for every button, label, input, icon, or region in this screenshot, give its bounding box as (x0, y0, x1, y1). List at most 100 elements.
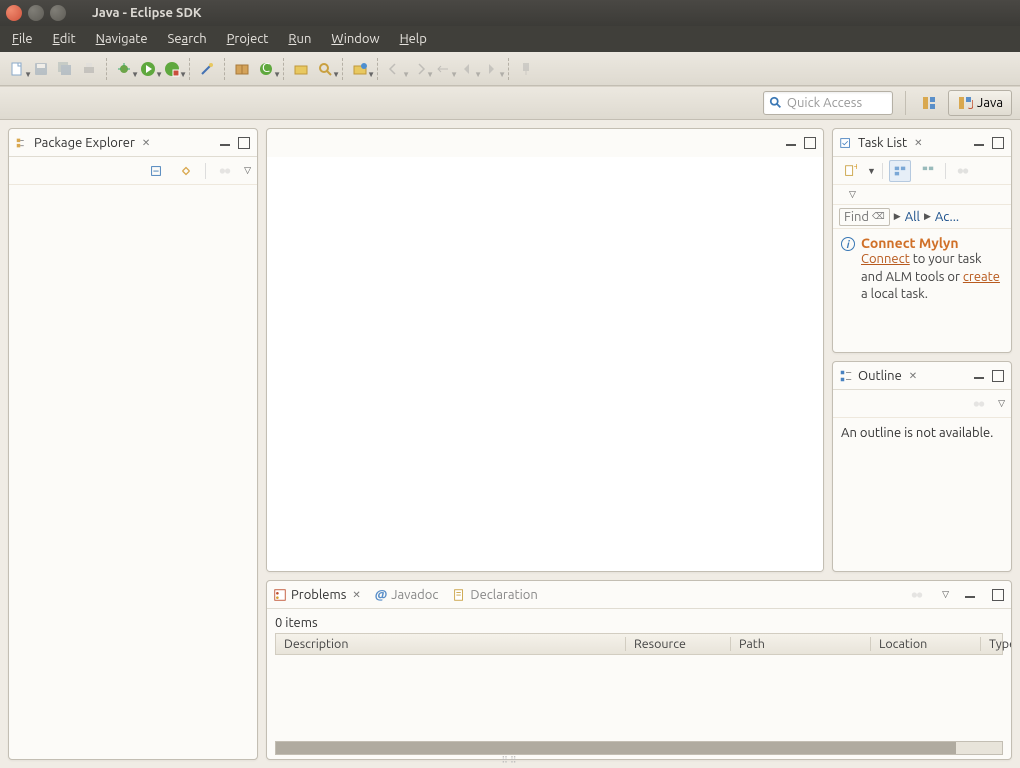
task-view-menu[interactable]: ▽ (849, 189, 856, 200)
editor-area (266, 128, 824, 572)
open-perspective-button[interactable] (918, 92, 940, 114)
main-toolbar: ▼ ▼ ▼ ▼ C▼ ▼ ▼ ▼ ▼ ▼ ▼ ▼ (0, 52, 1020, 86)
nav-back[interactable]: ▼ (456, 58, 478, 80)
perspective-java[interactable]: J Java (948, 90, 1012, 116)
problems-table-header: Description Resource Path Location Type (275, 633, 1003, 655)
debug-button[interactable]: ▼ (113, 58, 135, 80)
bottom-view-menu[interactable]: ▽ (942, 589, 949, 600)
focus-outline-button[interactable] (968, 393, 990, 415)
menu-project[interactable]: Project (217, 28, 279, 50)
pin-button[interactable] (515, 58, 537, 80)
problems-table-body[interactable] (275, 655, 1003, 741)
minimize-view-button[interactable] (218, 137, 232, 149)
mylyn-connect-link[interactable]: Connect (861, 252, 910, 266)
new-button[interactable]: ▼ (6, 58, 28, 80)
col-path[interactable]: Path (731, 637, 871, 651)
bottom-panel: Problems ✕ @ Javadoc Declaration ▽ 0 ite… (266, 580, 1012, 760)
run-button[interactable]: ▼ (137, 58, 159, 80)
minimize-view-button[interactable] (972, 137, 986, 149)
menu-file[interactable]: File (2, 28, 43, 50)
maximize-editor-button[interactable] (803, 137, 817, 149)
mylyn-connect-panel: i Connect Mylyn Connect to your task and… (833, 229, 1011, 310)
nav-prev-annotation[interactable]: ▼ (384, 58, 406, 80)
new-package-button[interactable] (231, 58, 253, 80)
mylyn-create-link[interactable]: create (963, 270, 1000, 284)
minimize-view-button[interactable] (972, 370, 986, 382)
new-class-button[interactable]: C▼ (255, 58, 277, 80)
task-list-icon (839, 136, 853, 150)
mylyn-title: Connect Mylyn (861, 235, 1003, 251)
col-description[interactable]: Description (276, 637, 626, 651)
nav-forward[interactable]: ▼ (480, 58, 502, 80)
mylyn-text-2: a local task. (861, 287, 928, 301)
new-task-dropdown[interactable]: ▼ (867, 166, 876, 176)
tab-problems-label: Problems (291, 588, 346, 602)
new-java-button[interactable] (196, 58, 218, 80)
tab-problems[interactable]: Problems ✕ (273, 588, 361, 602)
maximize-view-button[interactable] (991, 589, 1005, 601)
close-view-icon[interactable]: ✕ (909, 370, 917, 382)
sash-handle[interactable]: ⠿⠿ (501, 755, 518, 766)
new-task-button[interactable]: + (839, 160, 861, 182)
horizontal-scrollbar[interactable] (275, 741, 1003, 755)
workspace: Package Explorer ✕ ▽ Task List (0, 120, 1020, 768)
outline-empty-text: An outline is not available. (841, 426, 993, 440)
menu-bar: File Edit Navigate Search Project Run Wi… (0, 26, 1020, 52)
focus-problems-button[interactable] (906, 584, 928, 606)
menu-search[interactable]: Search (158, 28, 217, 50)
minimize-view-button[interactable] (963, 589, 977, 601)
task-list-title: Task List (858, 136, 907, 150)
menu-navigate[interactable]: Navigate (86, 28, 158, 50)
col-location[interactable]: Location (871, 637, 981, 651)
quick-access-bar: Quick Access J Java (0, 86, 1020, 120)
outline-icon (839, 369, 853, 383)
quick-access-input[interactable]: Quick Access (763, 91, 893, 115)
javadoc-icon: @ (375, 588, 387, 602)
close-tab-icon[interactable]: ✕ (352, 589, 360, 601)
run-last-button[interactable]: ▼ (161, 58, 183, 80)
tasks-all-link[interactable]: All (905, 210, 920, 224)
maximize-view-button[interactable] (991, 370, 1005, 382)
col-resource[interactable]: Resource (626, 637, 731, 651)
close-window-button[interactable] (6, 5, 22, 21)
minimize-editor-button[interactable] (784, 137, 798, 149)
menu-window[interactable]: Window (321, 28, 389, 50)
maximize-view-button[interactable] (237, 137, 251, 149)
collapse-all-button[interactable] (145, 160, 167, 182)
search-icon (769, 96, 783, 110)
save-button[interactable] (30, 58, 52, 80)
nav-last-edit[interactable]: ▼ (432, 58, 454, 80)
outline-view-menu[interactable]: ▽ (998, 398, 1005, 409)
open-type-button[interactable] (290, 58, 312, 80)
close-view-icon[interactable]: ✕ (142, 137, 150, 149)
outline-view: Outline ✕ ▽ An outline is not available. (832, 361, 1012, 572)
close-view-icon[interactable]: ✕ (914, 137, 922, 149)
package-explorer-body[interactable] (9, 185, 257, 759)
maximize-window-button[interactable] (50, 5, 66, 21)
tab-javadoc[interactable]: @ Javadoc (375, 588, 439, 602)
scheduled-button[interactable] (917, 160, 939, 182)
print-button[interactable] (78, 58, 100, 80)
view-menu-button[interactable]: ▽ (244, 165, 251, 176)
tasks-activate-link[interactable]: Ac... (935, 210, 959, 224)
menu-edit[interactable]: Edit (43, 28, 86, 50)
maximize-view-button[interactable] (991, 137, 1005, 149)
minimize-window-button[interactable] (28, 5, 44, 21)
link-editor-button[interactable] (175, 160, 197, 182)
nav-next-annotation[interactable]: ▼ (408, 58, 430, 80)
open-task-button[interactable]: ▼ (349, 58, 371, 80)
arrow-icon: ▶ (924, 211, 931, 222)
focus-workweek-button[interactable] (952, 160, 974, 182)
task-find-input[interactable]: Find ⌫ (839, 208, 890, 226)
focus-task-button[interactable] (214, 160, 236, 182)
window-title: Java - Eclipse SDK (92, 6, 202, 20)
editor-body[interactable] (267, 157, 823, 571)
tab-declaration[interactable]: Declaration (452, 588, 537, 602)
search-button[interactable]: ▼ (314, 58, 336, 80)
save-all-button[interactable] (54, 58, 76, 80)
col-type[interactable]: Type (981, 637, 1012, 651)
menu-help[interactable]: Help (390, 28, 437, 50)
problems-icon (273, 588, 287, 602)
menu-run[interactable]: Run (278, 28, 321, 50)
categorized-button[interactable] (889, 160, 911, 182)
